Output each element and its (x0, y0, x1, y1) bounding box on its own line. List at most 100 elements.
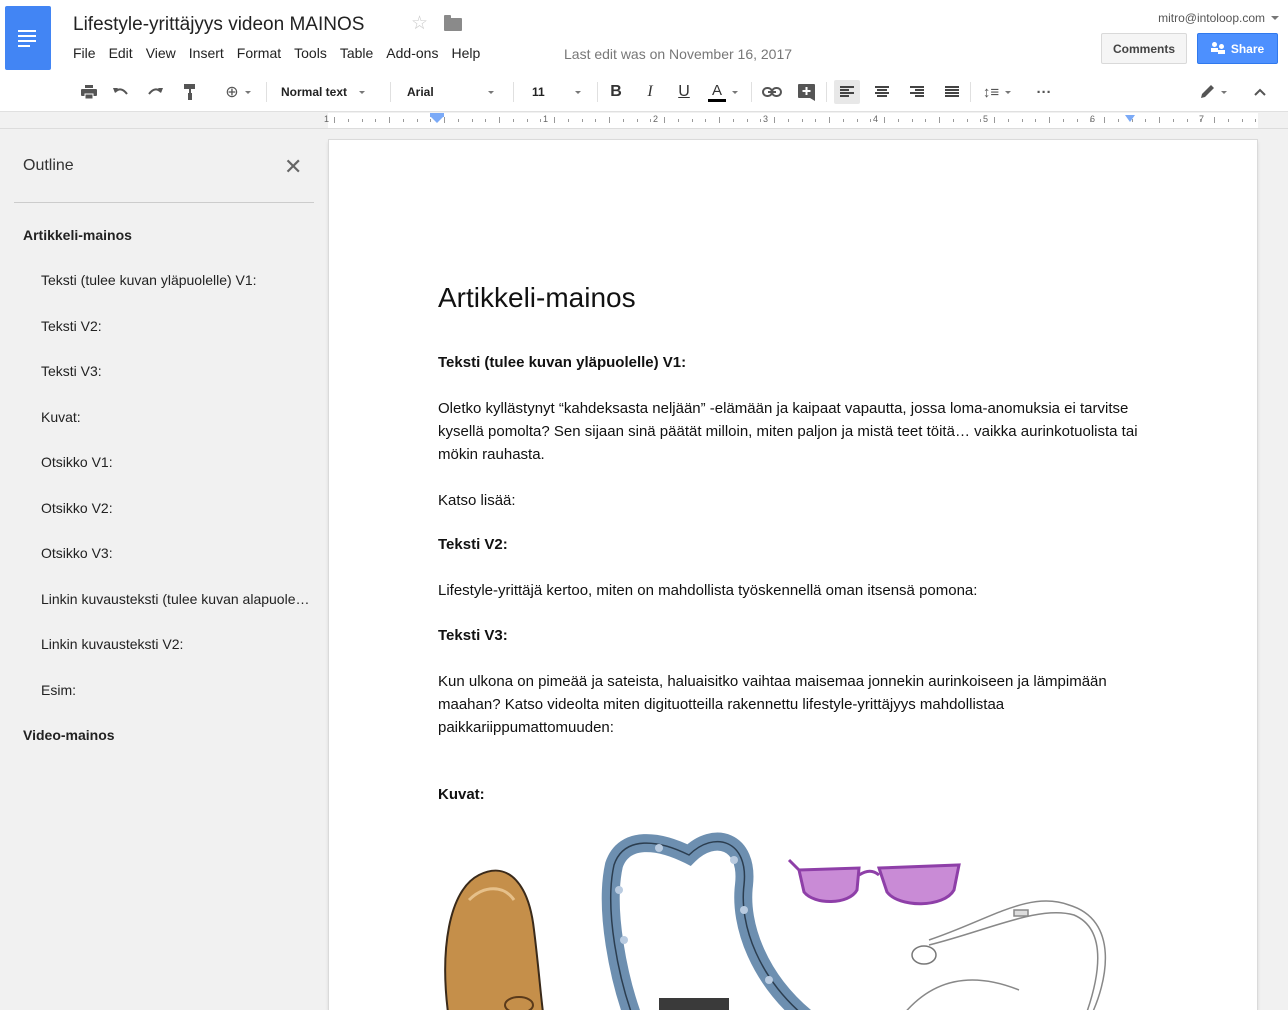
ruler-tick (1063, 119, 1064, 122)
ruler-tick (664, 117, 665, 123)
outline-item[interactable]: Video-mainos (23, 727, 115, 743)
ruler-tick (609, 117, 610, 123)
zoom-button[interactable]: ⊕ (219, 80, 257, 104)
ruler-tick (884, 117, 885, 123)
outline-item[interactable]: Otsikko V3: (41, 545, 311, 561)
link-icon[interactable] (760, 80, 784, 104)
align-left-button[interactable] (834, 80, 860, 104)
menu-help[interactable]: Help (451, 45, 480, 61)
docs-icon[interactable] (5, 6, 51, 70)
ruler-tick (719, 117, 720, 123)
ruler-tick (912, 119, 913, 122)
outline-item[interactable]: Esim: (41, 682, 311, 698)
insert-comment-icon[interactable] (795, 80, 817, 104)
account-caret-icon[interactable] (1271, 16, 1279, 20)
ruler-tick (362, 119, 363, 122)
ruler-tick (705, 119, 706, 122)
doc-heading-2: Teksti V3: (438, 627, 508, 644)
toolbar-divider (266, 82, 267, 102)
close-icon[interactable]: ✕ (284, 154, 302, 180)
ruler-tick (898, 119, 899, 122)
share-label: Share (1230, 41, 1265, 56)
document-title[interactable]: Lifestyle-yrittäjyys videon MAINOS (73, 14, 364, 36)
chevron-down-icon (1005, 90, 1012, 94)
font-size-value: 11 (532, 85, 545, 99)
italic-button[interactable]: I (640, 80, 660, 104)
right-indent-marker[interactable] (1125, 115, 1135, 122)
outline-divider (14, 202, 314, 203)
toolbar-divider (826, 82, 827, 102)
illustration-image[interactable] (429, 830, 1129, 1010)
outline-item[interactable]: Linkin kuvausteksti V2: (41, 636, 311, 652)
ruler-tick (403, 119, 404, 122)
print-icon[interactable] (78, 80, 100, 104)
header: Lifestyle-yrittäjyys videon MAINOS ☆ Fil… (0, 0, 1288, 72)
ruler-number: 3 (763, 114, 769, 124)
menu-tools[interactable]: Tools (294, 45, 327, 61)
ruler-tick (939, 117, 940, 123)
folder-icon[interactable] (444, 15, 462, 31)
ruler-tick (444, 117, 445, 123)
underline-button[interactable]: U (674, 80, 694, 104)
ruler-tick (1159, 117, 1160, 123)
outline-item[interactable]: Teksti (tulee kuvan yläpuolelle) V1: (41, 272, 311, 288)
menu-view[interactable]: View (146, 45, 176, 61)
redo-icon[interactable] (144, 80, 166, 104)
outline-item[interactable]: Teksti V2: (41, 318, 311, 334)
star-icon[interactable]: ☆ (411, 12, 428, 35)
share-button[interactable]: Share (1197, 33, 1278, 64)
chevron-down-icon (487, 90, 494, 94)
menu-edit[interactable]: Edit (109, 45, 133, 61)
comments-button[interactable]: Comments (1101, 33, 1187, 64)
collapse-menu-icon[interactable] (1249, 80, 1271, 104)
menu-file[interactable]: File (73, 45, 96, 61)
chevron-down-icon (732, 90, 738, 94)
document-page[interactable]: Artikkeli-mainos Teksti (tulee kuvan ylä… (329, 140, 1257, 1010)
menu-insert[interactable]: Insert (189, 45, 224, 61)
text-color-button[interactable]: A (704, 80, 742, 104)
tie-illustration (601, 832, 812, 1010)
ruler-tick (1104, 117, 1105, 123)
menu-table[interactable]: Table (340, 45, 373, 61)
outline-item[interactable]: Otsikko V1: (41, 454, 311, 470)
outline-item[interactable]: Linkin kuvausteksti (tulee kuvan alapuol… (41, 591, 311, 607)
editing-mode-button[interactable] (1195, 80, 1231, 104)
ruler-tick (1255, 119, 1256, 122)
font-dropdown[interactable]: Arial (407, 80, 503, 104)
outline-item[interactable]: Artikkeli-mainos (23, 227, 132, 243)
last-edit-link[interactable]: Last edit was on November 16, 2017 (564, 46, 792, 62)
ruler-tick (925, 119, 926, 122)
undo-icon[interactable] (110, 80, 132, 104)
bold-button[interactable]: B (606, 80, 626, 104)
align-right-button[interactable] (905, 80, 929, 104)
menu-addons[interactable]: Add-ons (386, 45, 438, 61)
ruler[interactable]: 1 1 2 3 4 5 6 7 (0, 113, 1288, 129)
paragraph-style-value: Normal text (281, 85, 348, 99)
ruler-tick (760, 119, 761, 122)
outline-item[interactable]: Kuvat: (41, 409, 311, 425)
ruler-tick (348, 119, 349, 122)
outline-item[interactable]: Otsikko V2: (41, 500, 311, 516)
align-center-button[interactable] (870, 80, 894, 104)
ruler-tick (747, 119, 748, 122)
ruler-tick (623, 119, 624, 122)
more-icon[interactable]: ··· (1033, 80, 1055, 104)
paint-format-icon[interactable] (180, 80, 200, 104)
account-email[interactable]: mitro@intoloop.com (1158, 11, 1265, 25)
justify-button[interactable] (940, 80, 964, 104)
line-spacing-icon: ↕≡ (982, 83, 1000, 101)
ruler-tick (650, 119, 651, 122)
chevron-down-icon (244, 90, 251, 94)
ruler-tick (967, 119, 968, 122)
ruler-tick (1145, 119, 1146, 122)
outline-item[interactable]: Teksti V3: (41, 363, 311, 379)
paragraph-style-dropdown[interactable]: Normal text (281, 80, 377, 104)
ruler-tick (733, 119, 734, 122)
ruler-number: 5 (983, 114, 989, 124)
toolbar-divider (390, 82, 391, 102)
menu-format[interactable]: Format (237, 45, 281, 61)
ruler-tick (430, 119, 431, 122)
line-spacing-button[interactable]: ↕≡ (978, 80, 1016, 104)
font-size-dropdown[interactable]: 11 (532, 80, 588, 104)
left-indent-marker[interactable] (431, 117, 443, 123)
